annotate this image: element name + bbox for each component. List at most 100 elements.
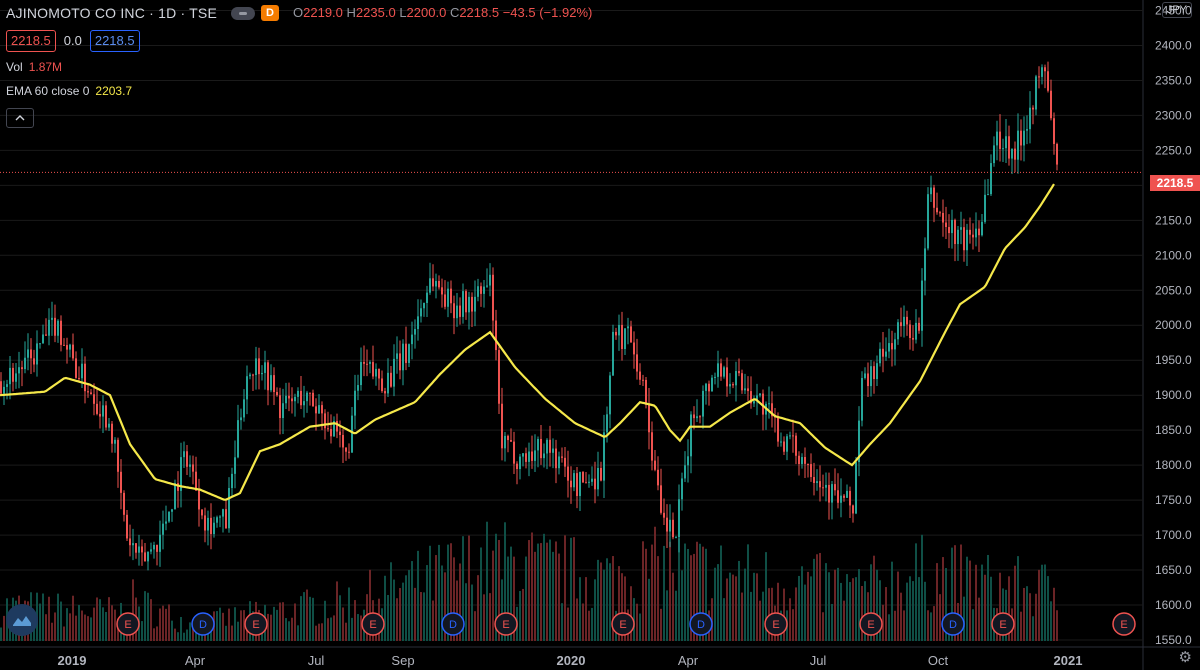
candle-body <box>942 212 944 223</box>
sell-price-button[interactable]: 2218.5 <box>6 30 56 52</box>
tradingview-logo-icon[interactable] <box>6 604 38 636</box>
marker-label: E <box>619 619 626 631</box>
volume-bar <box>429 545 431 641</box>
volume-bar <box>345 622 347 641</box>
y-tick-label: 1750.0 <box>1155 493 1192 507</box>
volume-bar <box>609 563 611 641</box>
currency-label[interactable]: JPY <box>1161 2 1192 18</box>
volume-bar <box>483 594 485 641</box>
volume-bar <box>1038 569 1040 641</box>
candle-body <box>27 349 29 358</box>
y-tick-label: 1550.0 <box>1155 633 1192 647</box>
candle-body <box>372 362 374 377</box>
candle-body <box>1020 130 1022 146</box>
x-tick-label: Apr <box>185 653 206 668</box>
candle-body <box>984 194 986 222</box>
candle-body <box>552 448 554 453</box>
volume-bar <box>423 592 425 641</box>
collapse-legend-button[interactable] <box>6 108 34 128</box>
candle-body <box>591 478 593 482</box>
volume-bar <box>969 560 971 641</box>
volume-bar <box>549 539 551 641</box>
volume-legend[interactable]: Vol 1.87M <box>6 58 592 76</box>
candle-body <box>561 456 563 458</box>
candle-body <box>441 287 443 295</box>
candle-body <box>186 451 188 467</box>
last-price-tag: 2218.5 <box>1150 175 1200 191</box>
candle-body <box>738 371 740 374</box>
symbol-title[interactable]: AJINOMOTO CO INC · 1D · TSE <box>6 4 217 22</box>
candle-body <box>927 194 929 249</box>
candle-body <box>1032 107 1034 110</box>
candle-body <box>474 296 476 312</box>
candle-body <box>300 390 302 406</box>
volume-bar <box>522 588 524 641</box>
volume-bar <box>663 545 665 641</box>
candle-body <box>900 322 902 327</box>
candle-body <box>240 417 242 421</box>
candle-body <box>306 392 308 402</box>
candle-body <box>543 453 545 459</box>
volume-bar <box>333 615 335 641</box>
volume-bar <box>438 544 440 641</box>
candle-body <box>666 517 668 532</box>
volume-bar <box>162 605 164 641</box>
candle-body <box>174 483 176 510</box>
candle-body <box>636 354 638 372</box>
candle-body <box>102 405 104 417</box>
candle-body <box>714 376 716 378</box>
candle-body <box>30 349 32 359</box>
candle-body <box>888 343 890 352</box>
volume-bar <box>762 591 764 641</box>
volume-bar <box>534 551 536 641</box>
candle-body <box>426 292 428 303</box>
candle-body <box>1017 130 1019 160</box>
gear-icon[interactable]: ⚙ <box>1179 648 1192 666</box>
volume-bar <box>84 614 86 641</box>
buy-price-button[interactable]: 2218.5 <box>89 30 140 52</box>
volume-bar <box>309 596 311 641</box>
candle-body <box>465 291 467 313</box>
candle-body <box>735 371 737 386</box>
ema-legend[interactable]: EMA 60 close 0 2203.7 <box>6 82 592 100</box>
candle-body <box>330 429 332 437</box>
dividend-badge[interactable]: D <box>261 5 280 21</box>
volume-bar <box>645 548 647 641</box>
marker-label: E <box>369 619 376 631</box>
volume-bar <box>315 625 317 641</box>
volume-bar <box>636 603 638 641</box>
volume-bar <box>885 587 887 641</box>
candle-body <box>723 367 725 377</box>
volume-bar <box>111 605 113 641</box>
y-tick-label: 1700.0 <box>1155 528 1192 542</box>
candle-body <box>405 343 407 363</box>
volume-bar <box>531 532 533 641</box>
volume-bar <box>288 621 290 641</box>
candle-body <box>393 358 395 387</box>
volume-bar <box>561 603 563 641</box>
volume-bar <box>360 615 362 641</box>
candle-body <box>471 296 473 312</box>
volume-bar <box>312 597 314 641</box>
candle-body <box>837 490 839 503</box>
volume-bar <box>810 576 812 641</box>
volume-bar <box>564 535 566 641</box>
volume-bar <box>828 572 830 641</box>
volume-bar <box>915 543 917 641</box>
volume-bar <box>918 577 920 641</box>
volume-bar <box>798 575 800 641</box>
candle-body <box>249 374 251 377</box>
volume-bar <box>933 606 935 641</box>
candle-body <box>897 322 899 340</box>
candle-body <box>6 384 8 387</box>
x-tick-label: 2020 <box>557 653 586 668</box>
candle-body <box>570 480 572 488</box>
marker-label: E <box>252 619 259 631</box>
volume-bar <box>465 583 467 641</box>
candle-body <box>114 439 116 444</box>
candle-body <box>720 363 722 377</box>
volume-bar <box>936 563 938 641</box>
volume-bar <box>93 607 95 641</box>
visibility-toggle-icon[interactable] <box>231 6 256 20</box>
candle-body <box>648 404 650 433</box>
